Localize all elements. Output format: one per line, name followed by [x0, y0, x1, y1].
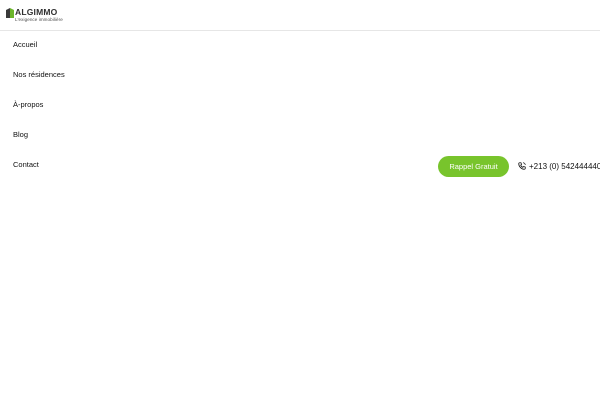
nav-item-contact[interactable]: Contact [13, 160, 65, 190]
brand-name: ALGIMMO [15, 7, 58, 17]
phone-link[interactable]: +213 (0) 542444440 [518, 160, 600, 172]
phone-icon [518, 162, 526, 170]
nav-item-a-propos[interactable]: À-propos [13, 100, 65, 130]
phone-number: +213 (0) 542444440 [529, 161, 600, 171]
nav-item-nos-residences[interactable]: Nos résidences [13, 70, 65, 100]
site-header: ALGIMMO L'exigence immobilière [0, 0, 600, 31]
brand-tagline: L'exigence immobilière [15, 16, 63, 22]
logo-mark-icon [6, 8, 14, 18]
free-callback-button[interactable]: Rappel Gratuit [438, 156, 509, 177]
brand-logo[interactable]: ALGIMMO L'exigence immobilière [6, 8, 63, 24]
nav-item-blog[interactable]: Blog [13, 130, 65, 160]
main-nav: Accueil Nos résidences À-propos Blog Con… [13, 40, 65, 190]
nav-item-accueil[interactable]: Accueil [13, 40, 65, 70]
